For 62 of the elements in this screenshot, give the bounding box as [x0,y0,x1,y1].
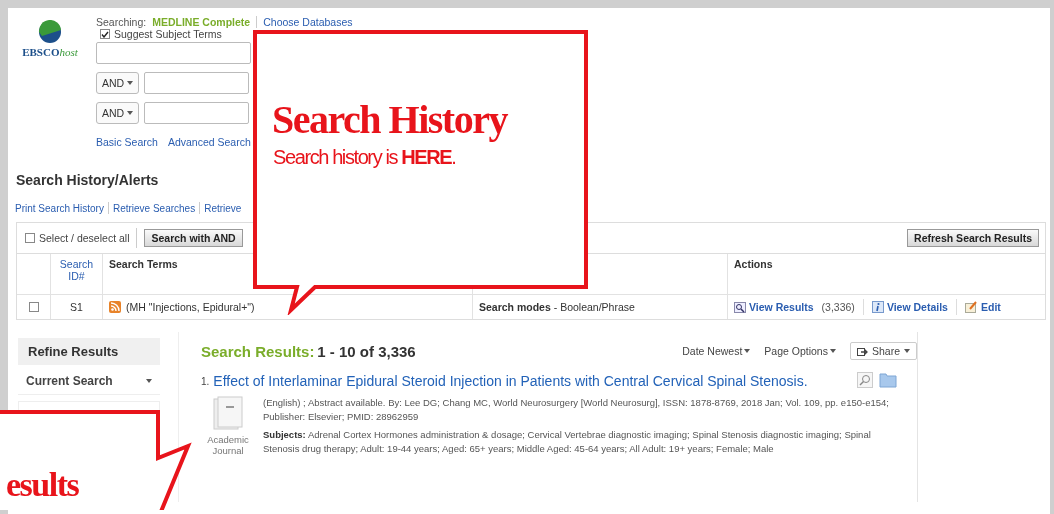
refine-results-header: Refine Results [18,338,160,365]
info-icon [871,301,884,313]
caret-icon [127,111,134,115]
caret-icon [829,349,836,353]
refresh-results-button[interactable]: Refresh Search Results [907,229,1039,247]
page-options-dropdown[interactable]: Page Options [764,345,836,357]
choose-databases-link[interactable]: Choose Databases [263,16,353,28]
history-action-button[interactable]: Search with AND [144,229,243,247]
caret-icon [127,81,134,85]
search-input[interactable] [144,102,250,124]
caret-icon [744,349,751,353]
caret-icon [146,379,152,383]
searching-label: Searching: [96,16,147,28]
callout-title: Search History [272,100,507,140]
share-button[interactable]: Share [849,342,917,360]
edit-icon [964,301,978,313]
magnifier-icon [734,301,746,313]
history-link[interactable]: Retrieve Searches [112,202,196,214]
operator-dropdown[interactable]: AND [96,72,140,94]
search-mode-link[interactable]: Advanced Search [167,136,251,148]
result-number: 1. [201,375,210,387]
select-all-checkbox[interactable] [25,233,35,243]
publication-type: Academic Journal [206,434,250,456]
history-link[interactable]: Print Search History [15,202,104,214]
folder-icon[interactable] [879,372,897,388]
database-name: MEDLINE Complete [152,16,251,28]
logo-icon [38,20,62,44]
column-header: Search Terms [109,258,178,270]
search-input[interactable] [144,72,250,94]
history-link[interactable]: Retrieve [204,202,242,214]
journal-icon [213,396,243,430]
suggest-terms-checkbox[interactable] [100,29,110,39]
callout-text: Search history is HERE. [273,146,456,168]
operator-dropdown[interactable]: AND [96,102,140,124]
action-link[interactable]: View Details [886,301,948,313]
action-link[interactable]: View Results [749,301,814,313]
row-checkbox[interactable] [28,302,39,312]
section-heading: Search History/Alerts [16,172,160,188]
callout-title: esults [6,468,79,502]
search-id: S1 [70,301,83,313]
subjects-text: Subjects: Adrenal Cortex Hormones administration & dosage; Cervical Vertebrae diagnostic imaging; Spinal Stenosis diagnostic imaging; Spinal Stenosis drug therapy; Adult: 19-44 years; Aged: 65+ years; Middle Aged: 45-64 years; All Adult: 19+ years; Female; Male [263,428,872,456]
results-range: 1 - 10 of 3,336 [317,342,416,360]
column-header: Actions [734,258,773,270]
current-search-label[interactable]: Current Search [26,374,113,388]
share-icon [856,346,868,356]
results-label: Search Results: [201,342,315,360]
action-link[interactable]: Edit [980,301,1001,313]
logo-wordmark: EBSCOhost [22,46,78,58]
search-input[interactable] [96,42,251,64]
search-terms: (MH "Injections, Epidural+") [126,301,255,313]
rss-icon[interactable] [109,301,121,313]
suggest-terms-label: Suggest Subject Terms [114,28,222,40]
search-mode-link[interactable]: Basic Search [96,136,158,148]
preview-icon[interactable] [857,372,873,388]
column-header[interactable]: Search ID# [57,258,96,282]
citation-text: (English) ; Abstract available. By: Lee DG; Chang MC, World Neurosurgery [World Neurosurg], ISSN: 1878-8769, 2018 Jan; Vol. 109, pp. e150-e154; Publisher: Elsevier; PMID: 28962959 [263,396,890,424]
sort-dropdown[interactable]: Date Newest [682,345,751,357]
result-title-link[interactable]: Effect of Interlaminar Epidural Steroid Injection in Patients with Central Cervical Spinal Stenosis. [213,372,853,390]
result-count: (3,336) [821,301,855,313]
select-all-label: Select / deselect all [39,232,130,244]
caret-icon [904,349,910,353]
search-options: Search modes - Boolean/Phrase [479,301,635,313]
